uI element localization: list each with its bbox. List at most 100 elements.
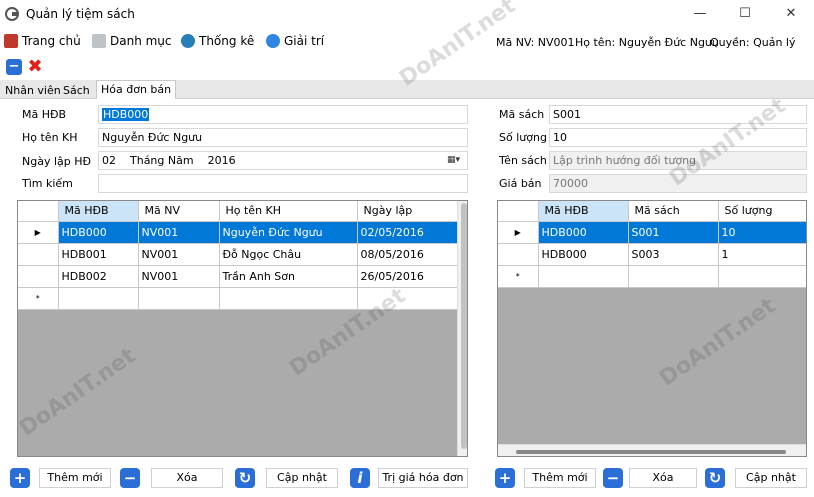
add-icon[interactable]: + [10,468,30,488]
table-cell[interactable]: HDB002 [58,265,139,288]
tab-sach[interactable]: Sách [58,82,95,99]
table-cell[interactable]: 1 [718,243,806,266]
invoice-grid-header: Mã HĐB Mã NV Họ tên KH Ngày lập [18,201,459,222]
mdi-close-button[interactable]: ✖ [27,58,43,76]
menu-item-label: Trang chủ [22,34,81,48]
table-row[interactable]: ▶ HDB000 S001 10 [498,221,806,244]
table-cell[interactable]: S001 [628,221,719,244]
table-cell[interactable] [138,287,220,310]
add-icon[interactable]: + [495,468,515,488]
table-cell[interactable]: 08/05/2016 [357,243,459,266]
menu-item-label: Thống kê [199,34,255,48]
scroll-thumb[interactable] [516,450,786,454]
so-luong-field[interactable]: 10 [549,128,807,147]
new-row-marker: * [498,265,539,288]
ten-sach-label: Tên sách [499,154,547,167]
remove-icon[interactable]: − [120,468,140,488]
calendar-dropdown-icon[interactable]: ▦▾ [447,155,463,166]
tab-nhan-vien[interactable]: Nhân viên [0,82,66,99]
table-cell[interactable]: Đỗ Ngọc Châu [219,243,358,266]
table-cell[interactable]: 26/05/2016 [357,265,459,288]
them-moi-button[interactable]: Thêm mới [39,468,111,488]
cap-nhat-button[interactable]: Cập nhật [266,468,338,488]
table-cell[interactable] [357,287,459,310]
menu-item-label: Giải trí [284,34,325,48]
xoa-detail-button[interactable]: Xóa [629,468,697,488]
status-quyen: Quyền: Quản lý [710,36,796,49]
tim-kiem-label: Tìm kiếm [22,177,73,190]
detail-grid-hscrollbar[interactable] [498,444,806,456]
menu-item-trang-chu[interactable]: Trang chủ [4,34,81,48]
table-cell[interactable]: S003 [628,243,719,266]
menu-item-thong-ke[interactable]: Thống kê [181,34,254,48]
column-header-ma-sach[interactable]: Mã sách [628,201,719,222]
xoa-button[interactable]: Xóa [151,468,223,488]
column-header-ho-ten-kh[interactable]: Họ tên KH [219,201,358,222]
refresh-icon[interactable]: ↻ [705,468,725,488]
table-cell[interactable]: 02/05/2016 [357,221,459,244]
table-cell[interactable]: HDB000 [58,221,139,244]
column-header-ma-hdb[interactable]: Mã HĐB [538,201,629,222]
tab-hoa-don-ban[interactable]: Hóa đơn bán [96,80,177,100]
gia-ban-label: Giá bán [499,177,542,190]
table-cell[interactable]: HDB000 [538,221,629,244]
table-row[interactable]: ▶ HDB000 NV001 Nguyễn Đức Ngưu 02/05/201… [18,221,459,244]
ngay-lap-datepicker[interactable]: 02 Tháng Năm 2016 ▦▾ [98,151,468,170]
scroll-thumb[interactable] [461,203,467,449]
them-moi-detail-button[interactable]: Thêm mới [524,468,596,488]
new-row[interactable]: * [18,287,459,310]
table-cell[interactable]: Trần Anh Sơn [219,265,358,288]
tim-kiem-input[interactable] [98,174,468,193]
minimize-button[interactable]: — [677,0,723,28]
table-cell[interactable]: Nguyễn Đức Ngưu [219,221,358,244]
table-cell[interactable]: NV001 [138,243,220,266]
status-ma-nv: Mã NV: NV001 [496,36,575,49]
column-header-ma-hdb[interactable]: Mã HĐB [58,201,139,222]
table-cell[interactable]: NV001 [138,265,220,288]
close-button[interactable]: ✕ [768,0,814,28]
home-icon [4,34,18,48]
detail-grid[interactable]: Mã HĐB Mã sách Số lượng ▶ HDB000 S001 10… [497,200,807,457]
table-cell[interactable] [538,265,629,288]
ma-hdb-label: Mã HĐB [22,108,67,121]
invoice-grid-vscrollbar[interactable] [457,201,467,456]
table-cell[interactable] [628,265,719,288]
column-header-so-luong[interactable]: Số lượng [718,201,806,222]
current-row-marker: ▶ [18,221,59,244]
ho-ten-kh-field[interactable]: Nguyễn Đức Ngưu [98,128,468,147]
info-icon[interactable]: i [350,468,370,488]
so-luong-label: Số lượng [499,131,547,144]
table-cell[interactable]: HDB000 [538,243,629,266]
invoice-grid[interactable]: Mã HĐB Mã NV Họ tên KH Ngày lập ▶ HDB000… [17,200,468,457]
row-header [498,243,539,266]
refresh-icon[interactable]: ↻ [235,468,255,488]
menu-item-giai-tri[interactable]: Giải trí [266,34,324,48]
tri-gia-hoa-don-button[interactable]: Trị giá hóa đơn [378,468,468,488]
remove-icon[interactable]: − [603,468,623,488]
ma-hdb-field[interactable]: HDB000 [98,105,468,124]
ngay-lap-day: 02 [102,154,116,167]
globe-icon [181,34,195,48]
maximize-button[interactable]: ☐ [722,0,768,28]
ngay-lap-month: Tháng Năm [130,154,194,167]
table-cell[interactable]: HDB001 [58,243,139,266]
cap-nhat-detail-button[interactable]: Cập nhật [735,468,807,488]
table-row[interactable]: HDB001 NV001 Đỗ Ngọc Châu 08/05/2016 [18,243,459,266]
column-header-ma-nv[interactable]: Mã NV [138,201,220,222]
ma-sach-field[interactable]: S001 [549,105,807,124]
new-row[interactable]: * [498,265,806,288]
current-row-marker: ▶ [498,221,539,244]
new-row-marker: * [18,287,59,310]
mdi-minimize-button[interactable]: − [6,59,22,75]
menu-bar: Trang chủ Danh mục Thống kê Giải trí Mã … [0,28,814,56]
table-cell[interactable] [58,287,139,310]
menu-item-danh-muc[interactable]: Danh mục [92,34,172,48]
table-row[interactable]: HDB002 NV001 Trần Anh Sơn 26/05/2016 [18,265,459,288]
table-cell[interactable] [718,265,806,288]
table-row[interactable]: HDB000 S003 1 [498,243,806,266]
ho-ten-kh-label: Họ tên KH [22,131,78,144]
column-header-ngay-lap[interactable]: Ngày lập [357,201,459,222]
table-cell[interactable] [219,287,358,310]
table-cell[interactable]: NV001 [138,221,220,244]
table-cell[interactable]: 10 [718,221,806,244]
